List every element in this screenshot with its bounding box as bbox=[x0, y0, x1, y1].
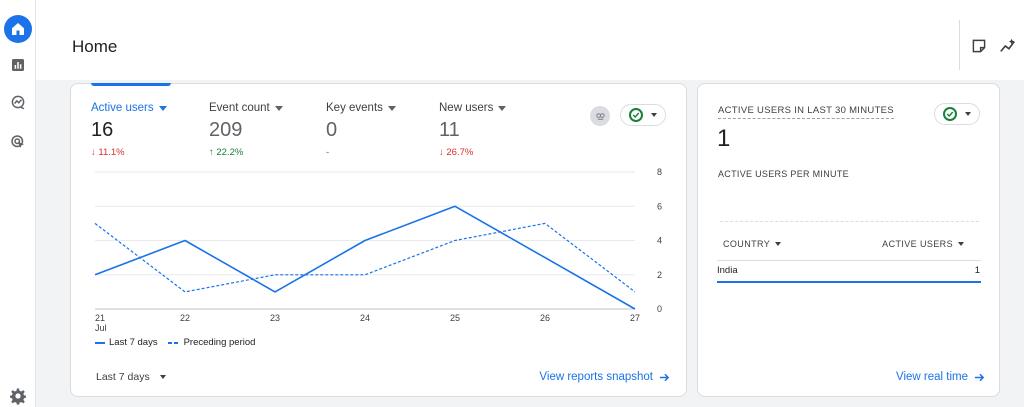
x-tick-sublabel: Jul bbox=[95, 323, 107, 333]
customize-note-icon bbox=[972, 39, 986, 53]
nav-home[interactable] bbox=[4, 15, 32, 43]
overview-card: Active users 16 ↓ 11.1% Event count 209 … bbox=[70, 83, 687, 397]
home-icon bbox=[12, 23, 24, 35]
view-real-time-link[interactable]: View real time bbox=[896, 371, 985, 383]
x-tick-label: 25 bbox=[450, 313, 460, 323]
legend-swatch-dashed bbox=[167, 341, 180, 344]
y-tick-label: 6 bbox=[657, 201, 662, 211]
view-reports-snapshot-link[interactable]: View reports snapshot bbox=[539, 371, 670, 383]
caret-down-icon bbox=[965, 112, 971, 116]
realtime-title: ACTIVE USERS IN LAST 30 MINUTES bbox=[718, 105, 894, 119]
series-line-last-7-days bbox=[94, 205, 636, 310]
left-nav-rail bbox=[0, 0, 36, 407]
arrow-right-icon bbox=[974, 373, 985, 381]
column-header-active-users[interactable]: ACTIVE USERS bbox=[882, 239, 964, 249]
x-tick-label: 24 bbox=[360, 313, 370, 323]
date-range-label: Last 7 days bbox=[96, 371, 150, 383]
series-line-preceding-period bbox=[94, 222, 636, 293]
insights-button[interactable] bbox=[998, 36, 1018, 56]
header-divider bbox=[959, 20, 960, 70]
legend-swatch-solid bbox=[95, 341, 105, 344]
per-minute-baseline bbox=[720, 221, 979, 222]
nav-reports[interactable] bbox=[4, 51, 32, 79]
x-tick-label: 21 bbox=[95, 313, 105, 323]
nav-advertising[interactable] bbox=[4, 128, 32, 156]
arrow-right-icon bbox=[659, 373, 670, 381]
nav-admin[interactable] bbox=[4, 382, 32, 407]
customize-button[interactable] bbox=[969, 36, 989, 56]
legend-item-current: Last 7 days bbox=[95, 337, 158, 348]
bar-chart-icon bbox=[12, 59, 24, 71]
x-tick-label: 26 bbox=[540, 313, 550, 323]
caret-down-icon bbox=[775, 242, 782, 246]
y-tick-label: 0 bbox=[657, 304, 662, 314]
realtime-subtitle: ACTIVE USERS PER MINUTE bbox=[718, 169, 849, 179]
y-tick-label: 4 bbox=[657, 236, 662, 246]
table-header-divider bbox=[717, 260, 981, 261]
check-circle-icon bbox=[943, 107, 957, 121]
column-header-country[interactable]: COUNTRY bbox=[723, 239, 782, 249]
advertising-icon bbox=[11, 135, 24, 148]
chart-legend: Last 7 days Preceding period bbox=[95, 337, 255, 348]
gear-icon bbox=[10, 388, 26, 405]
nav-explore[interactable] bbox=[4, 88, 32, 116]
caret-down-icon bbox=[159, 375, 166, 379]
table-row-selected-indicator bbox=[717, 281, 981, 283]
y-tick-label: 2 bbox=[657, 270, 662, 280]
y-tick-label: 8 bbox=[657, 167, 662, 177]
legend-item-previous: Preceding period bbox=[167, 337, 255, 348]
page-header: Home bbox=[36, 0, 1024, 80]
table-cell-users: 1 bbox=[974, 265, 980, 276]
realtime-value: 1 bbox=[717, 125, 731, 152]
realtime-card: ACTIVE USERS IN LAST 30 MINUTES 1 ACTIVE… bbox=[697, 83, 1000, 397]
explore-icon bbox=[11, 95, 25, 110]
insights-sparkline-icon bbox=[1000, 38, 1015, 52]
x-tick-label: 23 bbox=[270, 313, 280, 323]
overview-line-chart: 0246821 22 23 24 25 26 27Jul bbox=[94, 167, 662, 333]
date-range-dropdown[interactable]: Last 7 days bbox=[96, 371, 166, 383]
table-cell-country: India bbox=[717, 265, 738, 276]
x-tick-label: 27 bbox=[630, 313, 640, 323]
caret-down-icon bbox=[958, 242, 964, 246]
realtime-data-quality-dropdown[interactable] bbox=[934, 103, 980, 125]
page-title: Home bbox=[72, 37, 118, 56]
x-tick-label: 22 bbox=[180, 313, 190, 323]
